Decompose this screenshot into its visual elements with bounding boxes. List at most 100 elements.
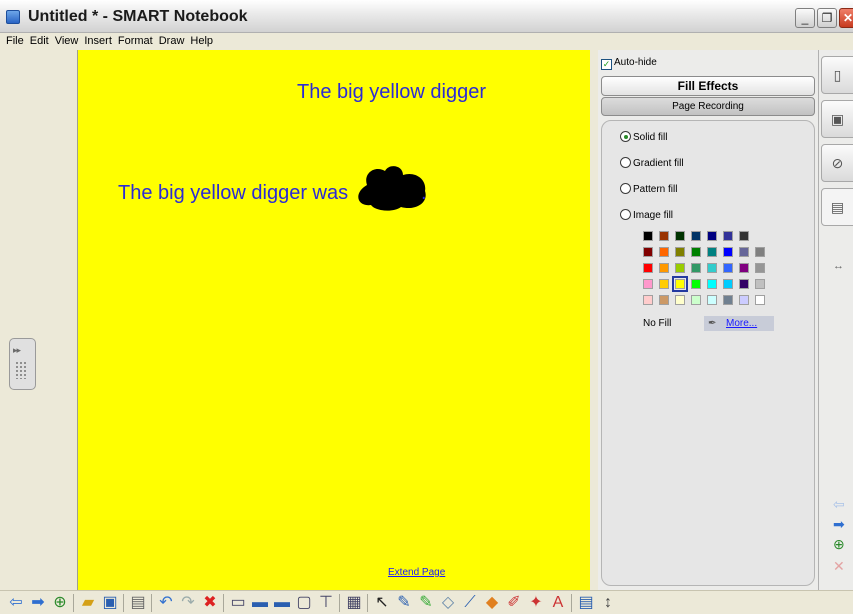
redo-icon[interactable]: ↷	[178, 593, 198, 613]
color-swatch[interactable]	[723, 279, 733, 289]
color-swatch[interactable]	[707, 279, 717, 289]
color-swatch[interactable]	[659, 231, 669, 241]
forward-arrow-icon[interactable]: ➡	[28, 593, 48, 613]
solid-fill-option[interactable]: Solid fill	[620, 131, 667, 143]
fill-icon[interactable]: ✦	[526, 593, 546, 613]
table-icon[interactable]: ▦	[344, 593, 364, 613]
color-swatch[interactable]	[755, 295, 765, 305]
color-swatch[interactable]	[643, 247, 653, 257]
image-fill-option[interactable]: Image fill	[620, 209, 673, 221]
color-swatch[interactable]	[643, 279, 653, 289]
color-swatch[interactable]	[675, 263, 685, 273]
menu-draw[interactable]: Draw	[153, 34, 185, 47]
ink-blob[interactable]	[353, 163, 429, 211]
delete-page-icon[interactable]: ✕	[833, 558, 845, 575]
panel-splitter[interactable]	[590, 50, 598, 590]
color-swatch[interactable]	[691, 263, 701, 273]
color-swatch[interactable]	[739, 263, 749, 273]
color-swatch[interactable]	[675, 295, 685, 305]
color-swatch[interactable]	[659, 279, 669, 289]
pen-icon[interactable]: ✎	[394, 593, 414, 613]
minimize-button[interactable]: _	[795, 8, 815, 28]
color-swatch[interactable]	[707, 247, 717, 257]
document-camera-icon[interactable]: ⊤	[316, 593, 336, 613]
menu-help[interactable]: Help	[184, 34, 213, 47]
page-recording-button[interactable]: Page Recording	[601, 97, 815, 116]
color-swatch[interactable]	[691, 247, 701, 257]
properties-icon[interactable]: ▤	[576, 593, 596, 613]
color-swatch[interactable]	[723, 295, 733, 305]
color-swatch[interactable]	[643, 263, 653, 273]
dual-page-icon[interactable]: ▬	[272, 593, 292, 613]
properties-tab[interactable]: ▤	[821, 188, 853, 226]
gallery-tab[interactable]: ▣	[821, 100, 853, 138]
color-swatch[interactable]	[675, 247, 685, 257]
color-swatch[interactable]	[755, 247, 765, 257]
gradient-fill-option[interactable]: Gradient fill	[620, 157, 684, 169]
color-swatch[interactable]	[723, 263, 733, 273]
line-icon[interactable]: ⟋	[460, 593, 480, 613]
undo-icon[interactable]: ↶	[156, 593, 176, 613]
color-swatch[interactable]	[723, 247, 733, 257]
resize-panel-icon[interactable]: ↔	[833, 260, 844, 272]
add-page-icon[interactable]: ⊕	[833, 536, 845, 553]
color-swatch[interactable]	[643, 295, 653, 305]
shape-icon[interactable]: ◆	[482, 593, 502, 613]
fill-effects-button[interactable]: Fill Effects	[601, 76, 815, 96]
menu-file[interactable]: File	[0, 34, 24, 47]
image-fill-radio[interactable]	[620, 209, 631, 220]
pattern-fill-radio[interactable]	[620, 183, 631, 194]
menu-edit[interactable]: Edit	[24, 34, 49, 47]
full-screen-icon[interactable]: ▬	[250, 593, 270, 613]
no-fill-option[interactable]: No Fill	[643, 318, 671, 329]
menu-view[interactable]: View	[49, 34, 79, 47]
color-swatch[interactable]	[739, 279, 749, 289]
color-swatch[interactable]	[707, 263, 717, 273]
delete-icon[interactable]: ✖	[200, 593, 220, 613]
menu-insert[interactable]: Insert	[78, 34, 112, 47]
pattern-fill-option[interactable]: Pattern fill	[620, 183, 677, 195]
side-tab-handle[interactable]: ▸▸	[9, 338, 36, 390]
previous-page-icon[interactable]: ⇦	[833, 496, 845, 513]
color-swatch[interactable]	[723, 231, 733, 241]
color-swatch[interactable]	[691, 231, 701, 241]
page-sorter-tab[interactable]: ▯	[821, 56, 853, 94]
auto-hide-toggle[interactable]: ✓ Auto-hide	[601, 57, 657, 70]
color-swatch[interactable]	[675, 231, 685, 241]
color-swatch[interactable]	[755, 263, 765, 273]
color-swatch[interactable]	[739, 295, 749, 305]
add-page-icon[interactable]: ⊕	[50, 593, 70, 613]
page-sentence[interactable]: The big yellow digger was	[118, 182, 348, 205]
paste-icon[interactable]: ▤	[128, 593, 148, 613]
text-icon[interactable]: A	[548, 593, 568, 613]
color-swatch[interactable]	[643, 231, 653, 241]
eraser-icon[interactable]: ◇	[438, 593, 458, 613]
solid-fill-radio[interactable]	[620, 131, 631, 142]
open-folder-icon[interactable]: ▰	[78, 593, 98, 613]
color-swatch[interactable]	[691, 295, 701, 305]
screen-shade-icon[interactable]: ▭	[228, 593, 248, 613]
color-swatch[interactable]	[691, 279, 701, 289]
color-swatch[interactable]	[672, 276, 688, 292]
attachments-tab[interactable]: ⊘	[821, 144, 853, 182]
more-icon[interactable]: ↕	[598, 593, 618, 613]
screen-capture-icon[interactable]: ▢	[294, 593, 314, 613]
more-colors-link[interactable]: More...	[726, 318, 757, 329]
color-swatch[interactable]	[659, 263, 669, 273]
auto-hide-checkbox[interactable]: ✓	[601, 59, 612, 70]
color-swatch[interactable]	[739, 247, 749, 257]
color-swatch[interactable]	[659, 247, 669, 257]
creative-pen-icon[interactable]: ✎	[416, 593, 436, 613]
magic-pen-icon[interactable]: ✐	[504, 593, 524, 613]
extend-page-link[interactable]: Extend Page	[388, 567, 445, 578]
eyedropper-icon[interactable]: ✒	[708, 318, 716, 329]
color-swatch[interactable]	[755, 279, 765, 289]
back-arrow-icon[interactable]: ⇦	[6, 593, 26, 613]
menu-format[interactable]: Format	[112, 34, 153, 47]
notebook-page[interactable]: The big yellow digger The big yellow dig…	[77, 50, 590, 590]
color-swatch[interactable]	[707, 295, 717, 305]
color-swatch[interactable]	[739, 231, 749, 241]
save-icon[interactable]: ▣	[100, 593, 120, 613]
next-page-icon[interactable]: ➡	[833, 516, 845, 533]
color-swatch[interactable]	[659, 295, 669, 305]
